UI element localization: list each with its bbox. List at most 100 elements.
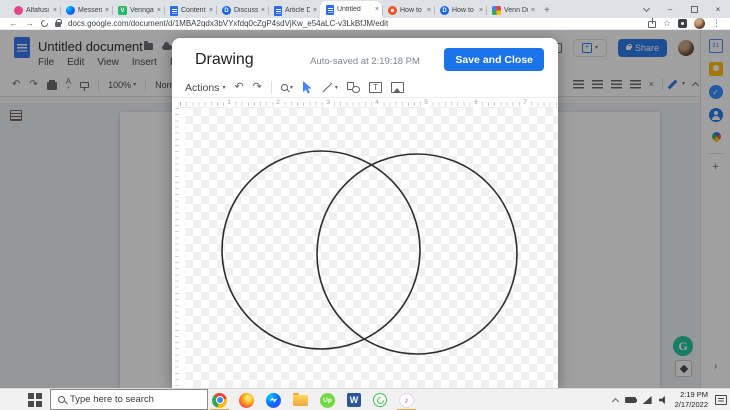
extension-icon[interactable] — [678, 19, 687, 28]
tab-venn-diagram[interactable]: Venn Di× — [486, 3, 538, 18]
tab-close-icon[interactable]: × — [53, 7, 57, 14]
forward-icon[interactable]: → — [25, 19, 34, 28]
tab-close-icon[interactable]: × — [261, 7, 265, 14]
venn-svg — [185, 108, 558, 388]
ruler-ticks — [180, 102, 558, 106]
share-page-icon[interactable] — [648, 21, 656, 28]
firefox-icon — [239, 393, 254, 408]
upwork-icon: Up — [320, 393, 335, 408]
tab-content-doc[interactable]: Content× — [164, 3, 216, 18]
battery-icon[interactable] — [625, 397, 636, 403]
tab-close-icon[interactable]: × — [313, 7, 317, 14]
tab-how-to-2[interactable]: DHow to× — [434, 3, 486, 18]
chrome-icon — [212, 393, 227, 408]
clock-time: 2:19 PM — [675, 390, 708, 400]
start-button-icon[interactable] — [28, 393, 42, 407]
bookmark-star-icon[interactable]: ☆ — [663, 19, 671, 28]
music-icon: ♪ — [399, 393, 414, 408]
window-minimize-button[interactable]: – — [658, 0, 682, 18]
text-box-tool[interactable]: T — [369, 82, 382, 93]
tab-alfafusion[interactable]: Alfafusi× — [8, 3, 60, 18]
alfafusion-favicon — [14, 6, 23, 15]
horizontal-ruler: 1 2 3 4 5 6 7 — [180, 98, 558, 108]
window-maximize-button[interactable] — [682, 0, 706, 18]
volume-icon[interactable] — [659, 396, 668, 404]
docs-favicon — [326, 5, 334, 15]
howto-favicon — [388, 6, 397, 15]
clock-date: 2/17/2022 — [675, 400, 708, 410]
drawings-favicon — [492, 6, 501, 15]
line-icon — [322, 82, 333, 93]
tab-close-icon[interactable]: × — [479, 7, 483, 14]
new-tab-button[interactable]: + — [544, 5, 550, 16]
word-icon: W — [347, 393, 361, 407]
line-tool[interactable]: ▾ — [322, 82, 338, 93]
tab-close-icon[interactable]: × — [375, 6, 379, 13]
browser-menu-kebab-icon[interactable]: ⋮ — [712, 19, 721, 28]
tab-search-chevron-icon[interactable] — [634, 0, 658, 18]
url-text[interactable]: docs.google.com/document/d/1MBA2qdx3bVYx… — [68, 19, 641, 28]
taskbar-itunes[interactable]: ♪ — [399, 389, 414, 410]
taskbar-word[interactable]: W — [347, 389, 361, 410]
taskbar-clock[interactable]: 2:19 PM 2/17/2022 — [675, 390, 708, 410]
https-lock-icon[interactable] — [55, 22, 61, 27]
tab-discussion[interactable]: DDiscuss× — [216, 3, 268, 18]
browser-address-bar: ← → docs.google.com/document/d/1MBA2qdx3… — [0, 18, 730, 30]
save-and-close-button[interactable]: Save and Close — [444, 48, 544, 71]
screen: Untitled document ☆ File Edit View Inser… — [0, 0, 730, 410]
network-icon[interactable] — [643, 396, 652, 404]
drawing-canvas[interactable] — [185, 108, 558, 388]
drawing-toolbar: Actions ▾ ↶ ↷ ▾ ▾ T — [172, 78, 558, 98]
magnifier-icon — [281, 84, 288, 91]
ruler-ticks — [175, 108, 179, 388]
file-explorer-icon — [293, 395, 308, 406]
actions-menu[interactable]: Actions ▾ — [185, 82, 225, 94]
tab-article-doc[interactable]: Article D× — [268, 3, 320, 18]
back-icon[interactable]: ← — [9, 19, 18, 28]
caret-down-icon: ▾ — [335, 85, 338, 91]
tab-untitled-active[interactable]: Untitled× — [320, 1, 382, 18]
tab-close-icon[interactable]: × — [209, 7, 213, 14]
insert-image-tool[interactable] — [391, 82, 404, 93]
tab-close-icon[interactable]: × — [531, 7, 535, 14]
browser-tab-strip: Alfafusi× Messeng× VVenngag× Content× DD… — [0, 0, 730, 18]
taskbar-chrome[interactable] — [212, 389, 227, 410]
tab-messenger[interactable]: Messeng× — [60, 3, 112, 18]
redo-button[interactable]: ↷ — [253, 82, 262, 93]
taskbar-messenger[interactable] — [266, 389, 281, 410]
venngage-favicon: V — [118, 6, 127, 15]
circle-icon — [352, 86, 360, 94]
taskbar-whatsapp[interactable] — [373, 389, 387, 410]
reload-icon[interactable] — [40, 19, 50, 29]
window-close-button[interactable]: × — [706, 0, 730, 18]
toolbar-separator — [271, 81, 272, 94]
tab-close-icon[interactable]: × — [427, 7, 431, 14]
taskbar-firefox[interactable] — [239, 389, 254, 410]
venn-circle-right[interactable] — [317, 154, 517, 354]
select-cursor-icon — [302, 81, 313, 94]
tab-close-icon[interactable]: × — [105, 7, 109, 14]
taskbar-file-explorer[interactable] — [293, 389, 308, 410]
venn-circle-left[interactable] — [222, 151, 420, 349]
zoom-tool[interactable]: ▾ — [281, 84, 293, 91]
messenger-icon — [266, 393, 281, 408]
taskbar-search[interactable] — [50, 389, 208, 410]
caret-down-icon: ▾ — [222, 85, 225, 91]
tab-close-icon[interactable]: × — [157, 7, 161, 14]
browser-profile-avatar[interactable] — [694, 18, 705, 29]
messenger-favicon — [66, 6, 75, 15]
search-input[interactable] — [70, 394, 200, 405]
action-center-icon[interactable] — [715, 395, 727, 405]
shape-tool[interactable] — [347, 82, 360, 93]
tab-venngage[interactable]: VVenngag× — [112, 3, 164, 18]
tab-how-to-1[interactable]: How to× — [382, 3, 434, 18]
whatsapp-icon — [373, 393, 387, 407]
undo-button[interactable]: ↶ — [234, 82, 243, 93]
taskbar-upwork[interactable]: Up — [320, 389, 335, 410]
select-tool[interactable] — [302, 81, 313, 94]
drawing-dialog: Drawing Auto-saved at 2:19:18 PM Save an… — [172, 38, 558, 388]
docs-favicon — [170, 6, 178, 16]
howto2-favicon: D — [440, 6, 449, 15]
caret-down-icon: ▾ — [290, 85, 293, 91]
tray-show-hidden-icon[interactable] — [612, 397, 619, 404]
